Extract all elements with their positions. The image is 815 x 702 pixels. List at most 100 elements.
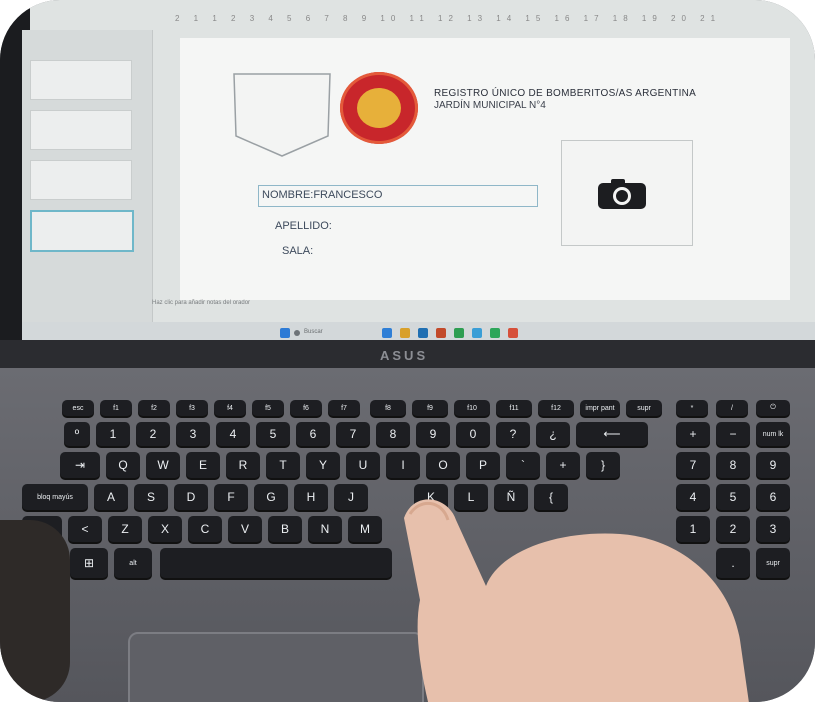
key[interactable]: Q [106, 452, 140, 478]
key[interactable]: esc [62, 400, 94, 416]
photo-frame: 2 1 1 2 3 4 5 6 7 8 9 10 11 12 13 14 15 … [0, 0, 815, 702]
numpad-enter-key[interactable]: supr [756, 548, 790, 578]
key[interactable]: W [146, 452, 180, 478]
nombre-field[interactable]: NOMBRE:FRANCESCO [262, 189, 382, 201]
key[interactable]: A [94, 484, 128, 510]
key[interactable]: 8 [376, 422, 410, 446]
key[interactable]: R [226, 452, 260, 478]
key[interactable]: f11 [496, 400, 532, 416]
key[interactable]: / [716, 400, 748, 416]
backspace-key[interactable]: ⟵ [576, 422, 648, 446]
key[interactable]: 7 [336, 422, 370, 446]
key[interactable]: < [68, 516, 102, 542]
taskbar-app-icon[interactable] [436, 328, 446, 338]
slide-thumbnail[interactable] [30, 110, 132, 150]
key[interactable]: * [676, 400, 708, 416]
speaker-notes[interactable]: Haz clic para añadir notas del orador [152, 300, 250, 306]
key[interactable]: f1 [100, 400, 132, 416]
search-icon[interactable] [294, 330, 300, 336]
key[interactable]: ¿ [536, 422, 570, 446]
key[interactable]: impr pant [580, 400, 620, 416]
key[interactable]: P [466, 452, 500, 478]
key[interactable]: O [426, 452, 460, 478]
key[interactable]: f4 [214, 400, 246, 416]
sala-field[interactable]: SALA: [282, 245, 313, 257]
key[interactable]: f5 [252, 400, 284, 416]
apellido-field[interactable]: APELLIDO: [275, 220, 332, 232]
slide-thumbnail-selected[interactable] [30, 210, 134, 252]
key[interactable]: B [268, 516, 302, 542]
slide-thumbnail[interactable] [30, 160, 132, 200]
key[interactable]: Y [306, 452, 340, 478]
taskbar-search[interactable]: Buscar [304, 329, 323, 335]
key[interactable]: f9 [412, 400, 448, 416]
slide-thumbnail[interactable] [30, 60, 132, 100]
key[interactable]: 1 [96, 422, 130, 446]
spacebar[interactable] [160, 548, 392, 578]
registry-title: REGISTRO ÚNICO DE BOMBERITOS/AS ARGENTIN… [434, 88, 697, 99]
key[interactable]: 3 [176, 422, 210, 446]
key[interactable]: f7 [328, 400, 360, 416]
taskbar-app-icon[interactable] [418, 328, 428, 338]
taskbar-app-icon[interactable] [382, 328, 392, 338]
key[interactable]: Z [108, 516, 142, 542]
alt-key[interactable]: alt [114, 548, 152, 578]
pocket-shape [233, 73, 331, 157]
key[interactable]: G [254, 484, 288, 510]
numpad-key[interactable]: 6 [756, 484, 790, 510]
key[interactable]: ` [506, 452, 540, 478]
power-key[interactable]: ⏻ [756, 400, 790, 416]
key[interactable]: − [716, 422, 750, 446]
taskbar-app-icon[interactable] [454, 328, 464, 338]
key[interactable]: F [214, 484, 248, 510]
slides-thumbnail-panel [22, 30, 153, 330]
key[interactable]: X [148, 516, 182, 542]
key[interactable]: M [348, 516, 382, 542]
key[interactable]: + [546, 452, 580, 478]
taskbar-app-icon[interactable] [472, 328, 482, 338]
key[interactable]: 0 [456, 422, 490, 446]
key[interactable]: 5 [256, 422, 290, 446]
numpad-key[interactable]: 8 [716, 452, 750, 478]
key[interactable]: 9 [416, 422, 450, 446]
windows-key[interactable]: ⊞ [70, 548, 108, 578]
numpad-key[interactable]: 9 [756, 452, 790, 478]
key[interactable]: I [386, 452, 420, 478]
key[interactable]: supr [626, 400, 662, 416]
key[interactable]: f10 [454, 400, 490, 416]
windows-icon[interactable] [280, 328, 290, 338]
key[interactable]: H [294, 484, 328, 510]
key[interactable]: f12 [538, 400, 574, 416]
taskbar-app-icon[interactable] [490, 328, 500, 338]
touchpad[interactable] [128, 632, 424, 702]
key[interactable]: 6 [296, 422, 330, 446]
num-lock-key[interactable]: num lk [756, 422, 790, 446]
firefighter-emblem-logo [340, 72, 418, 144]
key[interactable]: f3 [176, 400, 208, 416]
numpad-key[interactable]: 3 [756, 516, 790, 542]
key[interactable]: f6 [290, 400, 322, 416]
key[interactable]: E [186, 452, 220, 478]
key[interactable]: T [266, 452, 300, 478]
key[interactable]: 2 [136, 422, 170, 446]
numpad-key[interactable]: 7 [676, 452, 710, 478]
folder-icon[interactable] [400, 328, 410, 338]
key[interactable]: S [134, 484, 168, 510]
key[interactable]: N [308, 516, 342, 542]
key[interactable]: } [586, 452, 620, 478]
key[interactable]: f2 [138, 400, 170, 416]
key[interactable]: U [346, 452, 380, 478]
key[interactable]: º [64, 422, 90, 446]
caps-lock-key[interactable]: bloq mayús [22, 484, 88, 510]
key[interactable]: J [334, 484, 368, 510]
key[interactable]: V [228, 516, 262, 542]
key[interactable]: C [188, 516, 222, 542]
key[interactable]: ? [496, 422, 530, 446]
tab-key[interactable]: ⇥ [60, 452, 100, 478]
key[interactable]: 4 [216, 422, 250, 446]
key[interactable]: D [174, 484, 208, 510]
key[interactable]: f8 [370, 400, 406, 416]
emblem-center-icon [357, 88, 401, 128]
key[interactable]: + [676, 422, 710, 446]
taskbar-app-icon[interactable] [508, 328, 518, 338]
